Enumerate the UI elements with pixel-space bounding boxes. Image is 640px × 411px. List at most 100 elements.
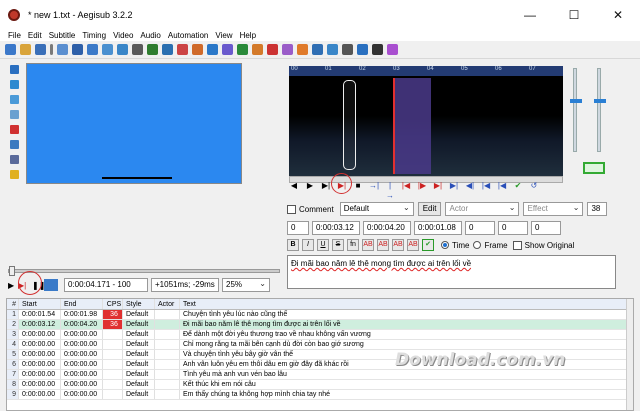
shift-start-button[interactable]: |◀ xyxy=(481,181,491,191)
rotate-z-tool-icon[interactable] xyxy=(10,95,19,104)
video-display[interactable] xyxy=(26,63,242,184)
help-tool-icon[interactable] xyxy=(10,170,19,179)
underline-button[interactable]: U xyxy=(317,239,329,251)
primary-color-button[interactable]: AB xyxy=(362,239,374,251)
table-row[interactable]: 1 0:00:01.54 0:00:01.98 36 Default Chuyệ… xyxy=(7,310,633,320)
spell-checker-icon[interactable] xyxy=(267,44,278,55)
menu-timing[interactable]: Timing xyxy=(82,31,106,40)
start-time-field[interactable]: 0:00:03.12 xyxy=(312,221,360,235)
play-last-500-button[interactable]: |▶ xyxy=(417,181,427,191)
subtitle-text-editor[interactable]: Đi mãi bao năm lê thê mong tìm được ai t… xyxy=(287,255,616,289)
shadow-color-button[interactable]: AB xyxy=(407,239,419,251)
fonts-collector-icon[interactable] xyxy=(117,44,128,55)
link-volume-toggle[interactable] xyxy=(583,162,605,174)
attachments-icon[interactable] xyxy=(102,44,113,55)
table-row[interactable]: 2 0:00:03.12 0:00:04.20 36 Default Đi mã… xyxy=(7,320,633,330)
header-cps[interactable]: CPS xyxy=(103,299,123,309)
header-style[interactable]: Style xyxy=(123,299,155,309)
autoscroll-icon[interactable] xyxy=(44,279,58,291)
commit-check-icon[interactable]: ✔ xyxy=(422,239,434,251)
vector-clip-tool-icon[interactable] xyxy=(10,155,19,164)
maximize-button[interactable]: ☐ xyxy=(552,0,596,29)
margin-vertical-field[interactable]: 0 xyxy=(531,221,561,235)
comment-checkbox[interactable] xyxy=(287,204,296,214)
play-before-button[interactable]: →| xyxy=(369,181,379,191)
minimize-button[interactable]: — xyxy=(508,0,552,29)
open-video-icon[interactable] xyxy=(57,44,68,55)
font-button[interactable]: fn xyxy=(347,239,359,251)
table-row[interactable]: 8 0:00:00.00 0:00:00.00 Default Kết thúc… xyxy=(7,380,633,390)
menu-edit[interactable]: Edit xyxy=(28,31,42,40)
active-line-selection[interactable] xyxy=(395,78,431,174)
audio-spectrum-display[interactable]: 00 01 02 03 04 05 06 07 xyxy=(289,66,563,176)
drag-tool-icon[interactable] xyxy=(10,80,19,89)
new-file-icon[interactable] xyxy=(5,44,16,55)
bold-button[interactable]: B xyxy=(287,239,299,251)
start-marker[interactable] xyxy=(393,78,395,174)
header-actor[interactable]: Actor xyxy=(155,299,180,309)
header-text[interactable]: Text xyxy=(180,299,600,309)
tools-icon[interactable] xyxy=(372,44,383,55)
style-select[interactable]: Default xyxy=(339,202,414,216)
automation-icon[interactable] xyxy=(132,44,143,55)
zoom-select[interactable]: 25% xyxy=(222,278,270,292)
play-video-icon[interactable]: ▶ xyxy=(8,281,18,290)
menu-audio[interactable]: Audio xyxy=(140,31,160,40)
header-start[interactable]: Start xyxy=(19,299,61,309)
revert-button[interactable]: ↺ xyxy=(529,181,539,191)
video-time-field[interactable]: 0:00:04.171 - 100 xyxy=(64,278,148,292)
menu-video[interactable]: Video xyxy=(113,31,133,40)
play-selection-button[interactable]: ▶| xyxy=(321,181,331,191)
table-row[interactable]: 7 0:00:00.00 0:00:00.00 Default Tình yêu… xyxy=(7,370,633,380)
kanji-timer-icon[interactable] xyxy=(252,44,263,55)
prev-line-button[interactable]: ◀ xyxy=(289,181,299,191)
duration-field[interactable]: 0:00:01.08 xyxy=(414,221,462,235)
show-original-checkbox[interactable] xyxy=(512,240,522,250)
stop-button[interactable]: ■ xyxy=(353,181,363,191)
zoom-icon[interactable] xyxy=(312,44,323,55)
open-audio-icon[interactable] xyxy=(72,44,83,55)
close-button[interactable]: ✕ xyxy=(596,0,640,29)
properties-icon[interactable] xyxy=(87,44,98,55)
end-time-field[interactable]: 0:00:04.20 xyxy=(363,221,411,235)
header-number[interactable]: # xyxy=(7,299,19,309)
grid-scrollbar[interactable] xyxy=(626,299,633,410)
find-icon[interactable] xyxy=(147,44,158,55)
jump-to-icon[interactable] xyxy=(297,44,308,55)
outline-color-button[interactable]: AB xyxy=(392,239,404,251)
preferences-icon[interactable] xyxy=(282,44,293,55)
help-icon[interactable] xyxy=(387,44,398,55)
commit-button[interactable]: ✔ xyxy=(513,181,523,191)
table-row[interactable]: 3 0:00:00.00 0:00:00.00 Default Để dành … xyxy=(7,330,633,340)
seek-slider-thumb[interactable] xyxy=(9,266,15,276)
resample-icon[interactable] xyxy=(222,44,233,55)
actor-select[interactable]: Actor xyxy=(445,202,520,216)
styles-manager-icon[interactable] xyxy=(177,44,188,55)
clip-tool-icon[interactable] xyxy=(10,140,19,149)
header-end[interactable]: End xyxy=(61,299,103,309)
shift-end-button[interactable]: |◀ xyxy=(497,181,507,191)
italic-button[interactable]: I xyxy=(302,239,314,251)
scale-tool-icon[interactable] xyxy=(10,125,19,134)
table-row[interactable]: 9 0:00:00.00 0:00:00.00 Default Em thấy … xyxy=(7,390,633,400)
dummy-video-icon[interactable] xyxy=(342,44,353,55)
menu-automation[interactable]: Automation xyxy=(168,31,208,40)
margin-left-field[interactable]: 0 xyxy=(465,221,495,235)
strikeout-button[interactable]: S xyxy=(332,239,344,251)
menu-file[interactable]: File xyxy=(8,31,21,40)
video-seek-slider[interactable] xyxy=(8,266,280,276)
volume-slider[interactable] xyxy=(594,68,606,152)
snap-icon[interactable] xyxy=(327,44,338,55)
save-file-icon[interactable] xyxy=(35,44,46,55)
play-first-500-button[interactable]: |◀ xyxy=(401,181,411,191)
effect-select[interactable]: Effect xyxy=(523,202,584,216)
translation-assistant-icon[interactable] xyxy=(207,44,218,55)
horizontal-zoom-slider[interactable] xyxy=(570,68,582,152)
edit-style-button[interactable]: Edit xyxy=(417,202,442,216)
play-after-button[interactable]: |→ xyxy=(385,181,395,200)
frame-radio[interactable] xyxy=(473,241,482,249)
styling-assistant-icon[interactable] xyxy=(192,44,203,55)
menu-subtitle[interactable]: Subtitle xyxy=(49,31,76,40)
menu-help[interactable]: Help xyxy=(240,31,256,40)
time-radio[interactable] xyxy=(441,241,449,249)
